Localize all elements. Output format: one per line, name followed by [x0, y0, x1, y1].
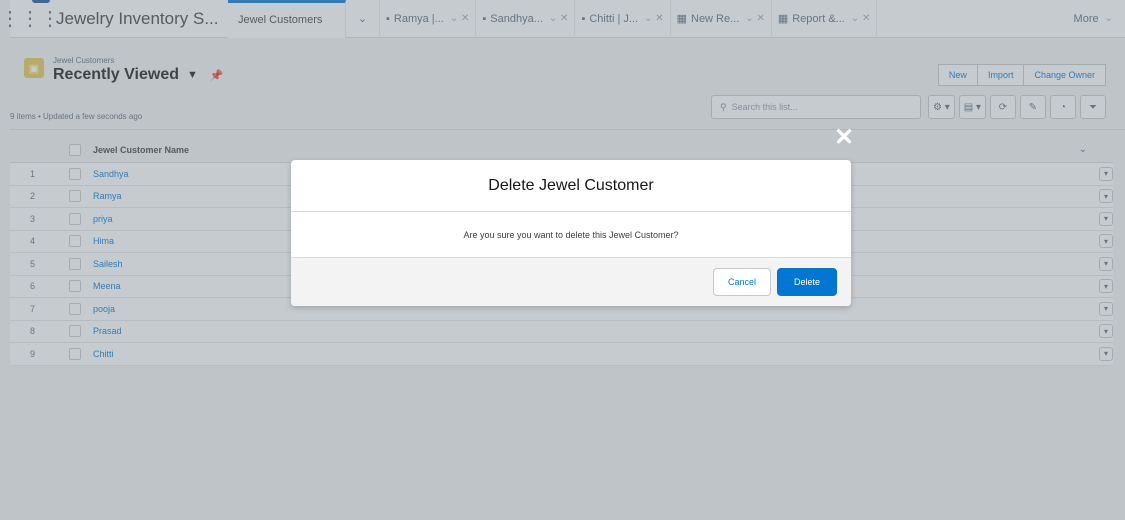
modal-title: Delete Jewel Customer	[291, 160, 851, 212]
close-icon[interactable]: ✕	[834, 126, 854, 150]
delete-button[interactable]: Delete	[777, 268, 837, 296]
modal-message: Are you sure you want to delete this Jew…	[463, 229, 679, 240]
modal-footer: Cancel Delete	[291, 257, 851, 306]
delete-confirmation-modal: Delete Jewel Customer Are you sure you w…	[291, 160, 851, 306]
cancel-button[interactable]: Cancel	[712, 268, 771, 296]
